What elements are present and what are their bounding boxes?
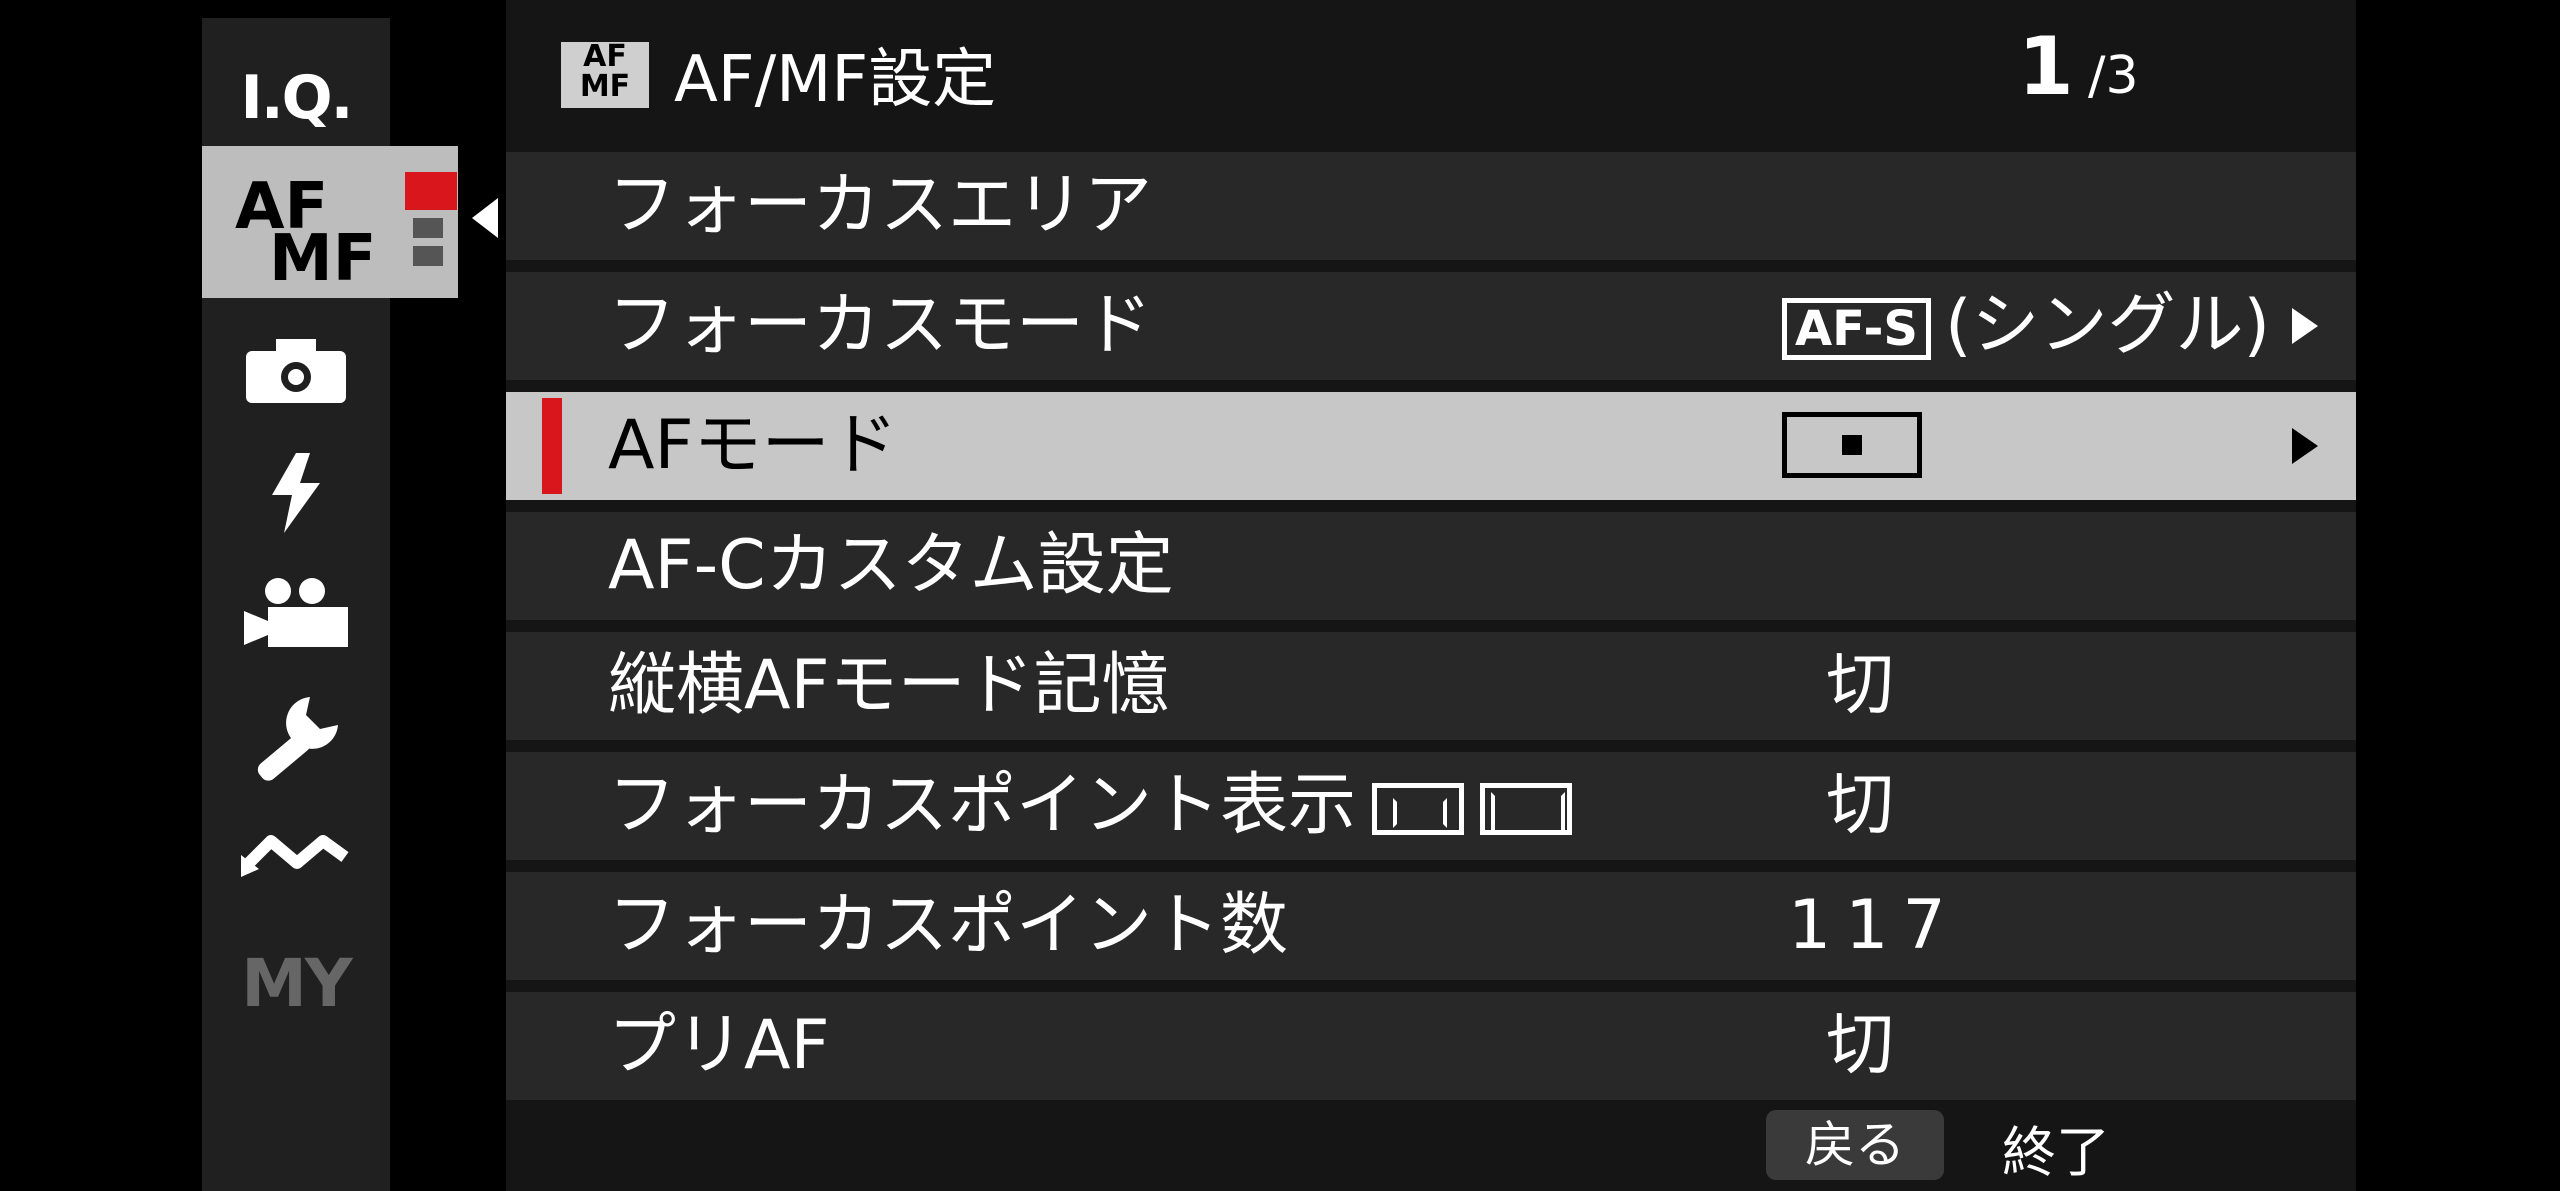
tab-af-mf[interactable]: AF MF bbox=[202, 146, 458, 298]
iq-tab-label: I.Q. bbox=[240, 63, 354, 133]
back-button[interactable]: 戻る bbox=[1766, 1110, 1944, 1180]
exit-label[interactable]: 終了 bbox=[2002, 1108, 2110, 1187]
menu-item-focus-point-count[interactable]: フォーカスポイント数 117 bbox=[506, 872, 2356, 980]
page-title: AF/MF設定 bbox=[674, 43, 997, 117]
page-number-total: /3 bbox=[2088, 46, 2139, 106]
movie-icon bbox=[244, 578, 348, 647]
menu-item-value: 切 bbox=[1826, 766, 1895, 845]
menu-item-af-mode[interactable]: AFモード bbox=[506, 392, 2356, 500]
menu-header: AF MF AF/MF設定 1 /3 bbox=[506, 0, 2356, 148]
tab-flash[interactable] bbox=[202, 438, 390, 548]
menu-item-focus-mode[interactable]: フォーカスモード AF-S (シングル) bbox=[506, 272, 2356, 380]
menu-item-value: 切 bbox=[1826, 1006, 1895, 1085]
af-s-icon: AF-S bbox=[1782, 298, 1931, 361]
af-mf-tab-icon: AF MF bbox=[215, 162, 457, 296]
wrench-icon bbox=[257, 697, 338, 781]
chevron-right-icon bbox=[2292, 428, 2318, 464]
tab-my-menu[interactable]: MY bbox=[202, 928, 390, 1038]
tab-shooting[interactable] bbox=[202, 316, 390, 426]
menu-item-value: 切 bbox=[1826, 646, 1895, 725]
menu-item-focus-point-display[interactable]: フォーカスポイント表示 切 bbox=[506, 752, 2356, 860]
wireless-icon bbox=[241, 835, 349, 877]
menu-panel: AF MF AF/MF設定 1 /3 フォーカスエリア フォーカスモード AF-… bbox=[506, 0, 2356, 1191]
tab-connection[interactable] bbox=[202, 796, 390, 906]
menu-item-af-c-custom[interactable]: AF-Cカスタム設定 bbox=[506, 512, 2356, 620]
tab-setup[interactable] bbox=[202, 684, 390, 794]
menu-item-value: 117 bbox=[1788, 886, 1960, 965]
tab-movie[interactable] bbox=[202, 558, 390, 668]
menu-item-label: 縦横AFモード記憶 bbox=[608, 646, 1170, 725]
menu-item-label: フォーカスポイント数 bbox=[608, 886, 1289, 965]
tab-image-quality[interactable]: I.Q. bbox=[202, 43, 390, 153]
menu-item-focus-area[interactable]: フォーカスエリア bbox=[506, 152, 2356, 260]
menu-category-sidebar: I.Q. AF MF MY bbox=[202, 18, 458, 1191]
small-frame-icon bbox=[1372, 783, 1465, 836]
af-mf-header-icon: AF MF bbox=[561, 42, 649, 108]
menu-item-label: フォーカスポイント表示 bbox=[608, 752, 1573, 860]
menu-item-label: フォーカスモード bbox=[608, 286, 1153, 365]
my-tab-label: MY bbox=[241, 944, 352, 1022]
menu-item-orientation-af-memory[interactable]: 縦横AFモード記憶 切 bbox=[506, 632, 2356, 740]
menu-item-value: AF-S (シングル) bbox=[1782, 272, 2270, 380]
menu-item-label: AFモード bbox=[608, 406, 898, 485]
menu-item-label: AF-Cカスタム設定 bbox=[608, 526, 1174, 605]
active-tab-pointer bbox=[472, 198, 498, 238]
large-frame-icon bbox=[1480, 783, 1573, 836]
page-number-current: 1 bbox=[2018, 20, 2074, 113]
single-point-af-icon bbox=[1782, 412, 1922, 478]
menu-item-pre-af[interactable]: プリAF 切 bbox=[506, 992, 2356, 1100]
flash-icon bbox=[272, 453, 320, 533]
selection-indicator bbox=[542, 398, 562, 494]
chevron-right-icon bbox=[2292, 308, 2318, 344]
menu-item-label: フォーカスエリア bbox=[608, 166, 1153, 245]
camera-icon bbox=[246, 339, 346, 403]
menu-item-label: プリAF bbox=[608, 1006, 830, 1085]
